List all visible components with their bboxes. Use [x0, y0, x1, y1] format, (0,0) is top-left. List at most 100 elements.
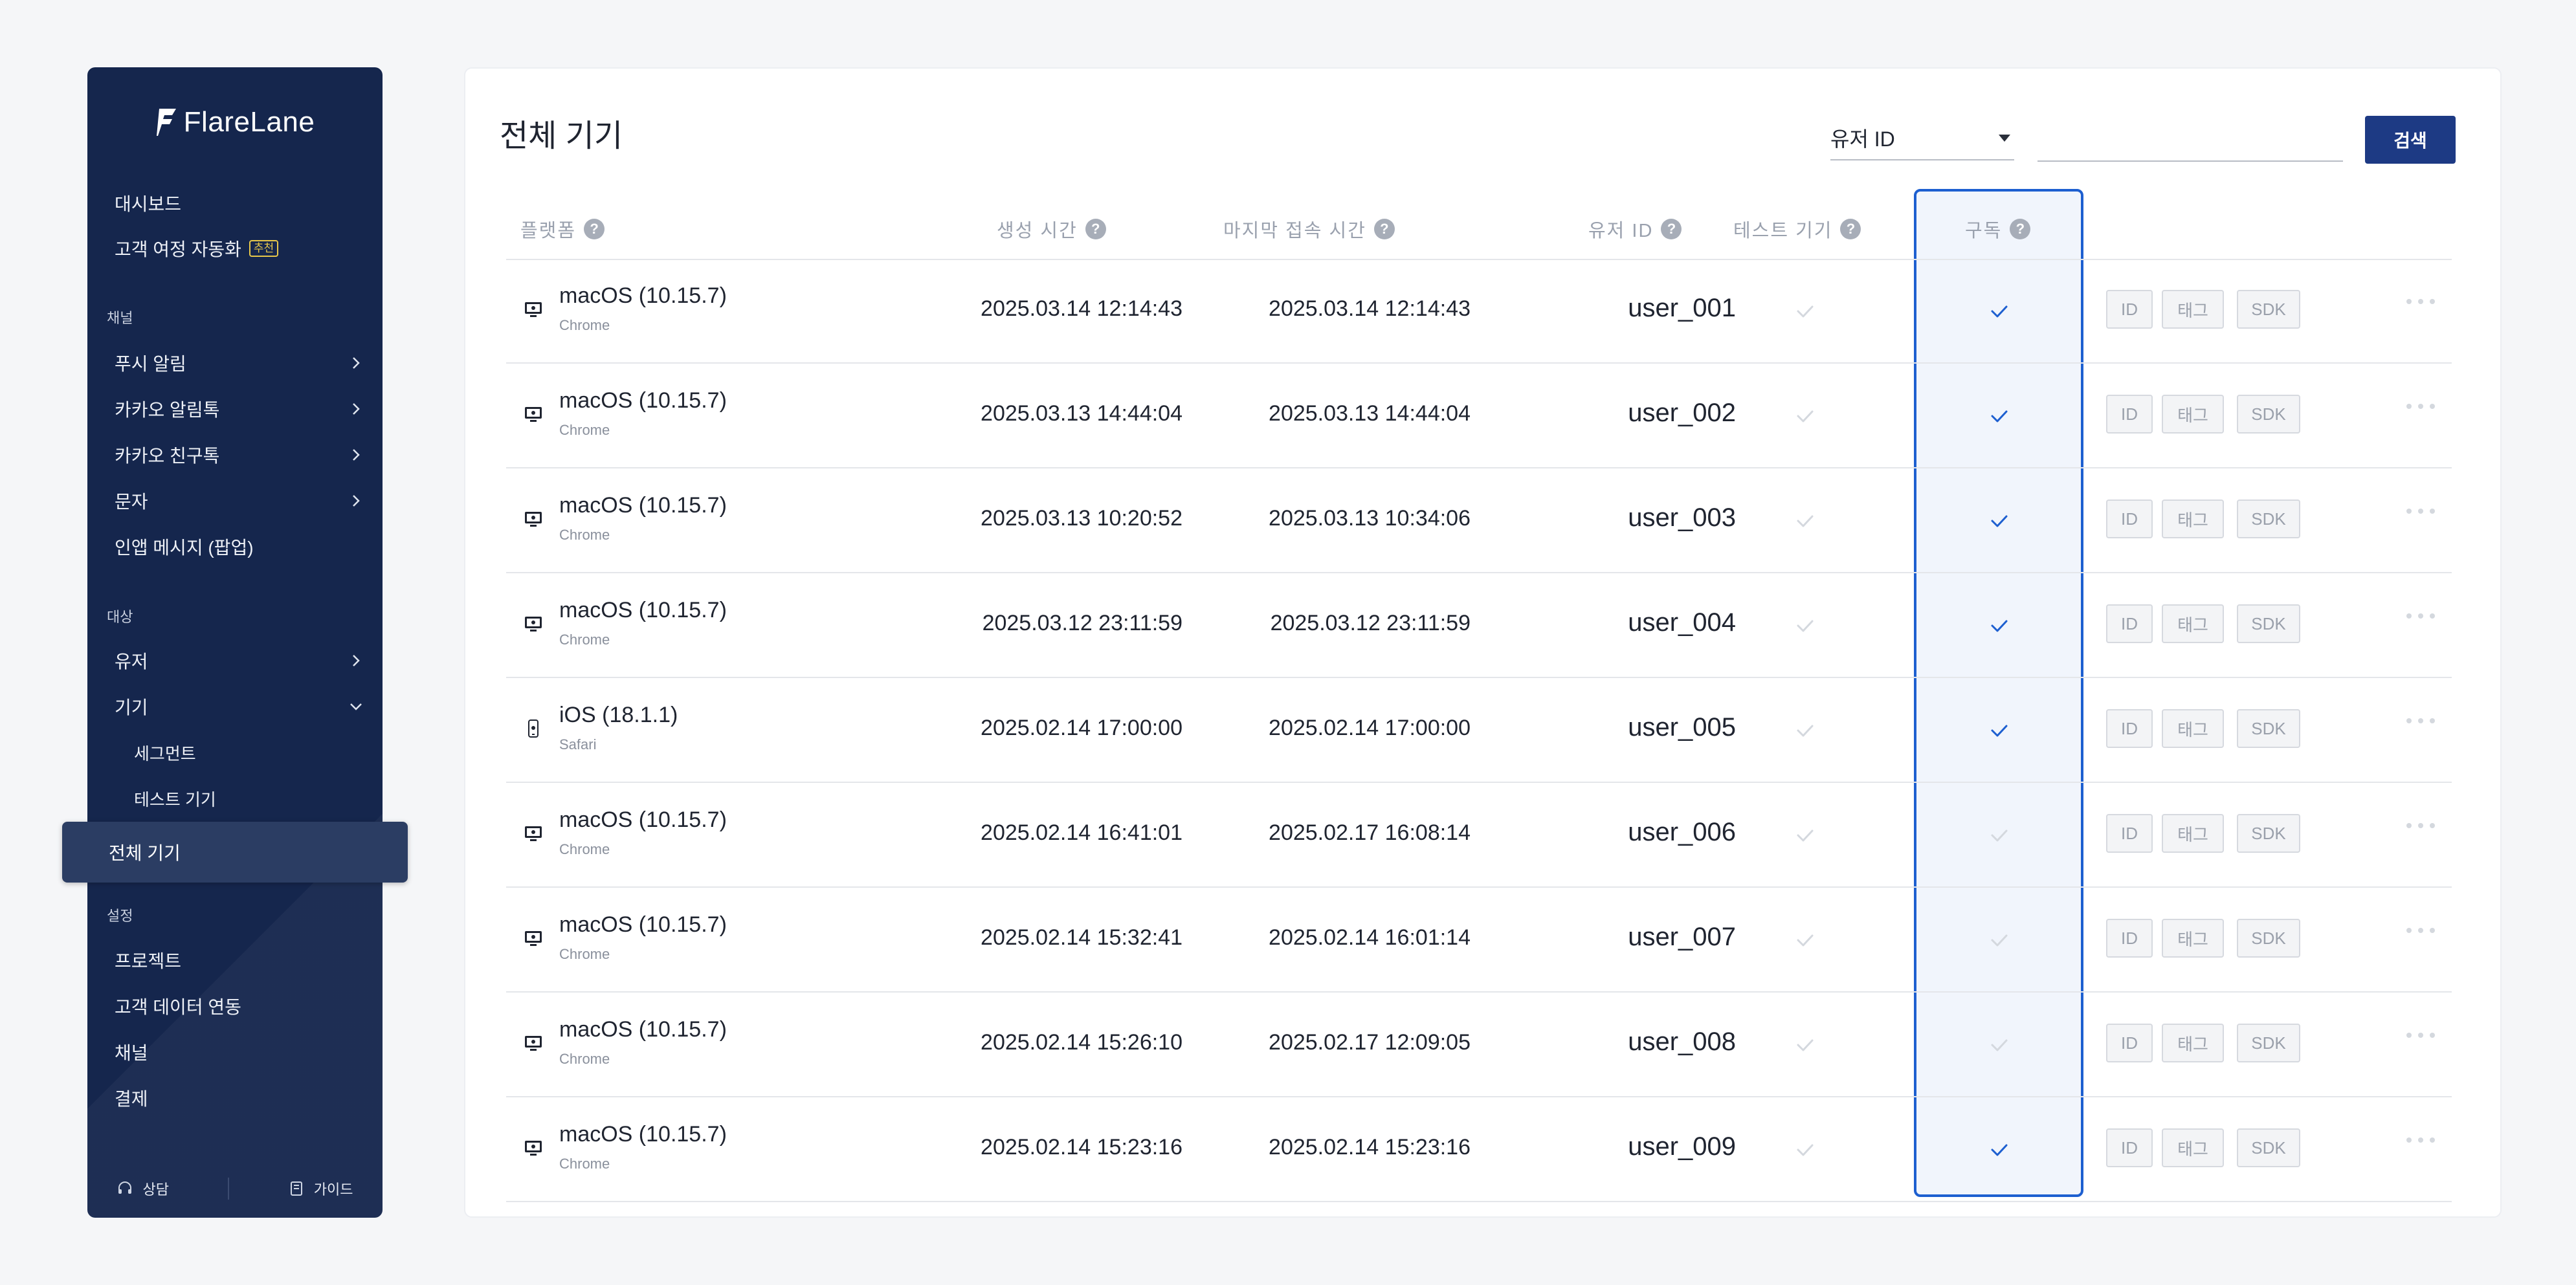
- table-row[interactable]: macOS (10.15.7) Chrome 2025.02.14 15:32:41…: [506, 888, 2452, 993]
- user-id-cell[interactable]: user_004: [1516, 608, 1736, 637]
- sidebar-item-journey[interactable]: 고객 여정 자동화 추천: [115, 229, 363, 268]
- id-button[interactable]: ID: [2106, 395, 2153, 434]
- id-button[interactable]: ID: [2106, 604, 2153, 643]
- sidebar-item-sms[interactable]: 문자: [115, 481, 363, 520]
- search-input[interactable]: [2037, 116, 2343, 162]
- tag-button[interactable]: 태그: [2162, 1024, 2224, 1062]
- tag-button[interactable]: 태그: [2162, 500, 2224, 538]
- user-id-cell[interactable]: user_009: [1516, 1132, 1736, 1161]
- help-icon[interactable]: ?: [2010, 219, 2031, 239]
- platform-cell: macOS (10.15.7): [559, 912, 727, 937]
- id-button[interactable]: ID: [2106, 500, 2153, 538]
- browser-cell: Safari: [559, 736, 597, 752]
- more-icon[interactable]: [2401, 505, 2440, 518]
- sdk-button[interactable]: SDK: [2237, 814, 2300, 853]
- more-icon[interactable]: [2401, 1029, 2440, 1042]
- user-id-cell[interactable]: user_002: [1516, 399, 1736, 428]
- table-row[interactable]: macOS (10.15.7) Chrome 2025.02.14 15:23:16…: [506, 1097, 2452, 1202]
- sdk-button[interactable]: SDK: [2237, 500, 2300, 538]
- sidebar-item-push[interactable]: 푸시 알림: [115, 344, 363, 382]
- id-button[interactable]: ID: [2106, 814, 2153, 853]
- search-button[interactable]: 검색: [2365, 116, 2456, 164]
- header-label: 구독: [1965, 221, 2003, 241]
- help-icon[interactable]: ?: [1373, 219, 1395, 239]
- sidebar-item-segments[interactable]: 세그먼트: [134, 733, 363, 772]
- logo[interactable]: FlareLane: [87, 93, 383, 151]
- sdk-button[interactable]: SDK: [2237, 395, 2300, 434]
- sdk-button[interactable]: SDK: [2237, 919, 2300, 958]
- help-icon[interactable]: ?: [1840, 219, 1861, 239]
- sdk-button[interactable]: SDK: [2237, 290, 2300, 329]
- id-button[interactable]: ID: [2106, 919, 2153, 958]
- table-row[interactable]: macOS (10.15.7) Chrome 2025.02.14 16:41:01…: [506, 783, 2452, 888]
- table-row[interactable]: iOS (18.1.1) Safari 2025.02.14 17:00:00 202…: [506, 678, 2452, 783]
- platform-cell: macOS (10.15.7): [559, 388, 727, 413]
- sidebar-item-inapp[interactable]: 인앱 메시지 (팝업): [115, 527, 363, 566]
- user-id-cell[interactable]: user_005: [1516, 713, 1736, 742]
- user-id-cell[interactable]: user_003: [1516, 503, 1736, 533]
- tag-button[interactable]: 태그: [2162, 290, 2224, 329]
- more-icon[interactable]: [2401, 924, 2440, 937]
- header-subscribed: 구독 ?: [1965, 214, 2031, 245]
- chevron-right-icon: [353, 495, 360, 507]
- tag-button[interactable]: 태그: [2162, 395, 2224, 434]
- more-icon[interactable]: [2401, 295, 2440, 308]
- user-id-cell[interactable]: user_008: [1516, 1027, 1736, 1057]
- help-icon[interactable]: ?: [1661, 219, 1682, 239]
- sdk-button[interactable]: SDK: [2237, 1128, 2300, 1167]
- user-id-cell[interactable]: user_007: [1516, 923, 1736, 952]
- tag-button[interactable]: 태그: [2162, 1128, 2224, 1167]
- sidebar-item-kakao-friendtalk[interactable]: 카카오 친구톡: [115, 435, 363, 474]
- id-button[interactable]: ID: [2106, 1024, 2153, 1062]
- sidebar-item-project[interactable]: 프로젝트: [115, 941, 363, 980]
- sidebar-item-label: 결제: [115, 1089, 148, 1109]
- more-icon[interactable]: [2401, 819, 2440, 832]
- id-button[interactable]: ID: [2106, 290, 2153, 329]
- user-id-cell[interactable]: user_006: [1516, 818, 1736, 847]
- sidebar-item-test-devices[interactable]: 테스트 기기: [134, 779, 363, 818]
- sidebar-item-users[interactable]: 유저: [115, 641, 363, 680]
- more-icon[interactable]: [2401, 1134, 2440, 1147]
- search-field-select[interactable]: 유저 ID: [1830, 116, 2014, 160]
- sidebar-item-data-integration[interactable]: 고객 데이터 연동: [115, 987, 363, 1026]
- desktop-icon: [525, 931, 542, 946]
- id-button[interactable]: ID: [2106, 709, 2153, 748]
- sidebar-item-label: 카카오 알림톡: [115, 400, 220, 420]
- tag-button[interactable]: 태그: [2162, 919, 2224, 958]
- sidebar-item-kakao-alimtalk[interactable]: 카카오 알림톡: [115, 390, 363, 428]
- test-check-icon: [1797, 934, 1814, 947]
- table-row[interactable]: macOS (10.15.7) Chrome 2025.03.13 10:20:52…: [506, 468, 2452, 573]
- sidebar-item-all-devices[interactable]: 전체 기기: [62, 822, 408, 883]
- sdk-button[interactable]: SDK: [2237, 709, 2300, 748]
- help-icon[interactable]: ?: [1085, 219, 1106, 239]
- more-icon[interactable]: [2401, 610, 2440, 622]
- tag-button[interactable]: 태그: [2162, 604, 2224, 643]
- subscribed-check-icon: [1991, 934, 2008, 947]
- tag-button[interactable]: 태그: [2162, 814, 2224, 853]
- sdk-button[interactable]: SDK: [2237, 1024, 2300, 1062]
- sidebar-item-devices[interactable]: 기기: [115, 687, 363, 726]
- browser-cell: Chrome: [559, 632, 610, 648]
- sidebar-item-dashboard[interactable]: 대시보드: [115, 184, 363, 223]
- chevron-right-icon: [353, 449, 360, 461]
- guide-button[interactable]: 가이드: [288, 1178, 353, 1199]
- tag-button[interactable]: 태그: [2162, 709, 2224, 748]
- platform-cell: iOS (18.1.1): [559, 703, 678, 727]
- sdk-button[interactable]: SDK: [2237, 604, 2300, 643]
- id-button[interactable]: ID: [2106, 1128, 2153, 1167]
- consult-button[interactable]: 상담: [117, 1178, 169, 1199]
- more-icon[interactable]: [2401, 400, 2440, 413]
- user-id-cell[interactable]: user_001: [1516, 294, 1736, 323]
- last-seen-cell: 2025.03.13 10:34:06: [1269, 506, 1471, 531]
- sidebar-item-billing[interactable]: 결제: [115, 1079, 363, 1117]
- table-row[interactable]: macOS (10.15.7) Chrome 2025.03.12 23:11:59…: [506, 573, 2452, 678]
- more-icon[interactable]: [2401, 714, 2440, 727]
- test-check-icon: [1797, 1144, 1814, 1156]
- created-cell: 2025.02.14 17:00:00: [981, 716, 1183, 740]
- help-icon[interactable]: ?: [584, 219, 605, 239]
- table-row[interactable]: macOS (10.15.7) Chrome 2025.02.14 15:26:10…: [506, 993, 2452, 1097]
- table-row[interactable]: macOS (10.15.7) Chrome 2025.03.13 14:44:04…: [506, 364, 2452, 468]
- sidebar-item-channel-settings[interactable]: 채널: [115, 1033, 363, 1071]
- table-row[interactable]: macOS (10.15.7) Chrome 2025.03.14 12:14:43…: [506, 259, 2452, 364]
- header-label: 유저 ID: [1588, 221, 1654, 241]
